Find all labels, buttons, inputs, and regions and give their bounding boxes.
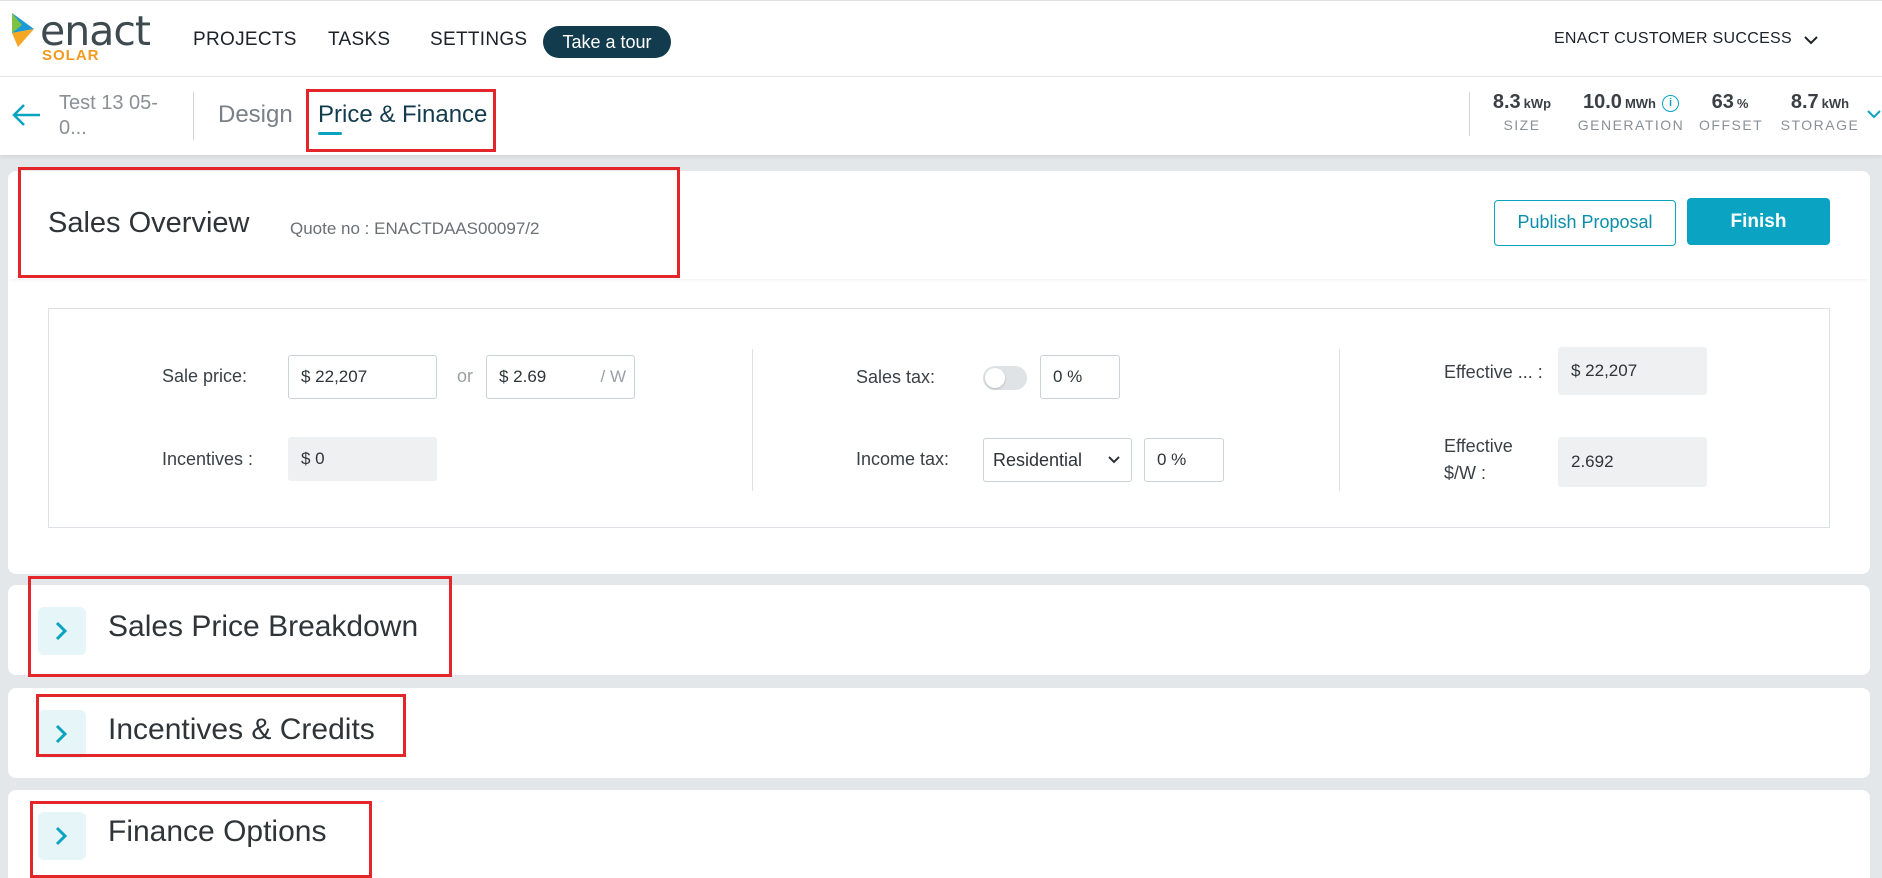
nav-settings[interactable]: SETTINGS [430,29,527,51]
section-finance-options[interactable]: Finance Options [8,790,1870,878]
income-tax-label: Income tax: [856,449,950,469]
project-subnav: Test 13 05-0... Design Price & Finance 8… [0,77,1882,155]
sales-tax-value: 0 % [1053,367,1083,386]
sales-tax-label: Sales tax: [856,367,936,387]
column-divider [752,349,753,491]
nav-projects[interactable]: PROJECTS [193,29,297,51]
stat-offset: 63% OFFSET [1699,91,1764,133]
stat-offset-value: 63 [1711,91,1734,113]
effective-price-value-text: $ 22,207 [1571,361,1638,380]
project-name[interactable]: Test 13 05-0... [59,91,169,141]
stat-storage-value: 8.7 [1790,91,1819,113]
stat-size-value: 8.3 [1492,91,1521,113]
stat-size: 8.3 kWp SIZE [1486,91,1558,133]
enact-logo[interactable]: enact SOLAR [8,7,158,67]
finish-button[interactable]: Finish [1687,198,1830,245]
income-tax-value: 0 % [1157,450,1187,469]
chevron-right-icon [55,826,68,846]
account-menu[interactable]: ENACT CUSTOMER SUCCESS [1554,30,1792,48]
publish-proposal-button[interactable]: Publish Proposal [1494,200,1676,246]
stat-storage-label: STORAGE [1780,117,1860,133]
logo-subtitle: SOLAR [42,47,100,64]
income-tax-input[interactable]: 0 % [1144,438,1224,482]
price-summary-panel: Sale price: $ 22,207 or $ 2.69 / W Incen… [48,308,1830,528]
section-title: Incentives & Credits [108,713,375,746]
incentives-label: Incentives : [162,449,254,469]
stat-storage: 8.7 kWh STORAGE [1780,91,1860,133]
stat-generation: 10.0 MWh i GENERATION [1576,91,1686,133]
section-title: Finance Options [108,815,327,848]
price-per-watt-input[interactable]: $ 2.69 / W [486,355,635,399]
effective-per-watt-value: 2.692 [1558,437,1707,487]
section-incentives-credits[interactable]: Incentives & Credits [8,688,1870,778]
chevron-down-icon [1108,456,1120,464]
take-a-tour-button[interactable]: Take a tour [543,26,671,58]
sale-price-label: Sale price: [162,366,248,386]
sales-tax-toggle[interactable] [983,366,1027,390]
sales-overview-card: Sales Overview Quote no : ENACTDAAS00097… [8,171,1870,574]
stat-size-label: SIZE [1503,117,1541,133]
stat-storage-unit: kWh [1821,96,1850,111]
divider [1469,92,1470,136]
stat-generation-value: 10.0 [1583,91,1622,113]
divider [193,92,194,140]
stat-generation-label: GENERATION [1577,117,1685,133]
expand-button[interactable] [38,710,86,758]
expand-button[interactable] [38,812,86,860]
logo-mark-icon [12,13,34,47]
back-arrow-icon[interactable] [10,101,42,129]
sales-overview-header: Sales Overview Quote no : ENACTDAAS00097… [8,171,1870,279]
section-sales-price-breakdown[interactable]: Sales Price Breakdown [8,585,1870,675]
chevron-right-icon [55,621,68,641]
tab-price-finance[interactable]: Price & Finance [318,101,487,129]
stat-size-unit: kWp [1523,96,1552,111]
sale-price-input[interactable]: $ 22,207 [288,355,437,399]
section-title: Sales Price Breakdown [108,610,419,643]
chevron-down-icon[interactable] [1803,32,1819,48]
info-icon[interactable]: i [1661,95,1679,112]
quote-number: Quote no : ENACTDAAS00097/2 [290,219,540,238]
price-per-watt-value: $ 2.69 [499,367,547,386]
column-divider [1339,349,1340,491]
chevron-down-icon[interactable] [1866,106,1882,122]
effective-price-label: Effective ... : [1444,362,1543,382]
sales-overview-title: Sales Overview [48,207,250,239]
incentives-value-text: $ 0 [301,449,325,468]
sale-price-value: $ 22,207 [301,367,368,386]
incentives-value: $ 0 [288,437,437,481]
income-tax-type-select[interactable]: Residential [983,438,1132,482]
expand-button[interactable] [38,607,86,655]
top-navbar: enact SOLAR PROJECTS TASKS SETTINGS Take… [0,0,1882,77]
tab-design[interactable]: Design [218,101,293,129]
effective-per-watt-label-2: $/W : [1444,463,1487,483]
effective-per-watt-value-text: 2.692 [1571,452,1614,471]
income-tax-type-value: Residential [993,450,1083,470]
effective-per-watt-label-1: Effective [1444,436,1513,456]
effective-price-value: $ 22,207 [1558,347,1707,395]
chevron-right-icon [55,724,68,744]
active-tab-indicator [318,132,342,135]
per-watt-suffix: / W [600,367,627,386]
nav-tasks[interactable]: TASKS [328,29,390,51]
or-label: or [457,366,474,386]
sales-tax-input[interactable]: 0 % [1040,355,1120,399]
stat-offset-label: OFFSET [1699,117,1764,133]
stat-offset-unit: % [1736,96,1749,111]
stat-generation-unit: MWh [1624,96,1656,111]
